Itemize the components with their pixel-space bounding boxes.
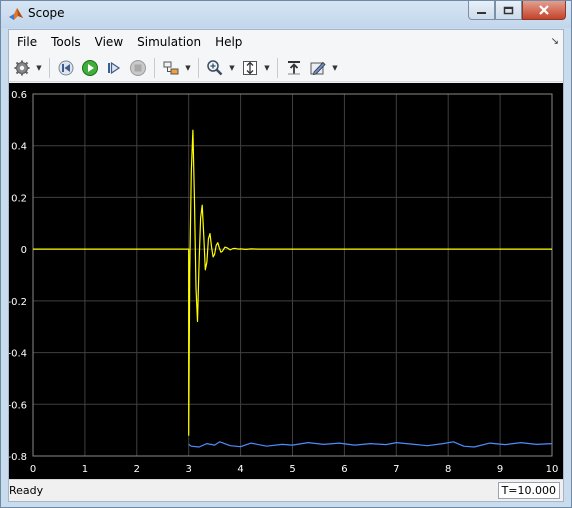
menu-bar: File Tools View Simulation Help ↘: [9, 30, 563, 54]
maximize-icon: [503, 6, 514, 14]
minimize-icon: [477, 11, 486, 14]
step-back-button[interactable]: [55, 57, 77, 79]
x-tick-label: 7: [393, 464, 399, 475]
x-tick-label: 1: [82, 464, 88, 475]
highlight-dropdown[interactable]: ▼: [184, 57, 192, 79]
chevron-down-icon: ▼: [229, 63, 235, 72]
close-button[interactable]: [522, 1, 566, 20]
step-back-icon: [58, 60, 74, 75]
settings-button[interactable]: [11, 57, 33, 79]
toolbar: ▼ ▼ ▼ ▼ ▼: [9, 54, 563, 82]
chevron-down-icon: ▼: [185, 63, 191, 72]
client-area: File Tools View Simulation Help ↘ ▼ ▼ ▼ …: [7, 29, 564, 502]
menu-tools[interactable]: Tools: [44, 31, 88, 53]
scale-y-button[interactable]: [239, 57, 261, 79]
menu-help[interactable]: Help: [208, 31, 249, 53]
close-icon: [539, 5, 549, 15]
style-button[interactable]: [307, 57, 329, 79]
matlab-logo-icon: [9, 8, 23, 20]
chevron-down-icon: ▼: [264, 63, 270, 72]
chevron-down-icon: ▼: [36, 63, 42, 72]
highlight-block-button[interactable]: [160, 57, 182, 79]
menu-view[interactable]: View: [88, 31, 130, 53]
style-icon: [310, 61, 326, 75]
stop-button[interactable]: [127, 57, 149, 79]
x-tick-label: 0: [30, 464, 36, 475]
y-tick-label: -0.4: [9, 349, 27, 360]
x-tick-label: 6: [341, 464, 347, 475]
x-tick-label: 8: [445, 464, 451, 475]
maximize-button[interactable]: [495, 1, 522, 20]
status-bar: Ready T=10.000: [9, 479, 563, 501]
toolbar-separator: [154, 57, 155, 78]
chevron-down-icon: ▼: [332, 63, 338, 72]
simulation-time: T=10.000: [497, 482, 560, 499]
x-tick-label: 3: [186, 464, 192, 475]
zoom-icon: [207, 59, 223, 75]
run-button[interactable]: [79, 57, 101, 79]
restore-view-icon: [288, 60, 300, 74]
x-tick-label: 4: [237, 464, 243, 475]
x-tick-label: 10: [546, 464, 559, 475]
y-tick-label: 0.6: [11, 90, 27, 101]
highlight-block-icon: [163, 61, 179, 74]
run-icon: [82, 59, 98, 76]
settings-dropdown[interactable]: ▼: [35, 57, 43, 79]
window-controls: [468, 1, 566, 20]
toolbar-separator: [49, 57, 50, 78]
zoom-dropdown[interactable]: ▼: [228, 57, 236, 79]
style-dropdown[interactable]: ▼: [331, 57, 339, 79]
scope-window: Scope File Tools View Simulation Help ↘: [0, 0, 572, 508]
stop-icon: [130, 59, 146, 76]
series-line-blue: [188, 441, 553, 448]
scope-plot[interactable]: 0 1 2 3 4 5 6 7 8 9 10 0.6 0.4 0.2 0 -0.2 -0.4 -0.6 -0.8: [7, 83, 563, 479]
scale-y-icon: [243, 60, 257, 75]
restore-view-button[interactable]: [283, 57, 305, 79]
y-tick-label: 0.2: [11, 193, 27, 204]
gear-icon: [14, 60, 30, 75]
menu-undock-arrow-icon[interactable]: ↘: [551, 36, 559, 47]
title-bar[interactable]: Scope: [1, 1, 571, 28]
status-text: Ready: [9, 484, 44, 497]
step-forward-icon: [108, 61, 121, 74]
menu-simulation[interactable]: Simulation: [130, 31, 208, 53]
y-tick-label: -0.8: [9, 452, 27, 463]
y-tick-label: 0: [21, 245, 27, 256]
toolbar-separator: [277, 57, 278, 78]
menu-file[interactable]: File: [10, 31, 44, 53]
zoom-button[interactable]: [204, 57, 226, 79]
y-tick-label: -0.2: [9, 297, 27, 308]
x-tick-label: 2: [134, 464, 140, 475]
scale-dropdown[interactable]: ▼: [263, 57, 271, 79]
y-tick-label: -0.6: [9, 400, 27, 411]
step-forward-button[interactable]: [103, 57, 125, 79]
window-title: Scope: [28, 6, 65, 20]
x-tick-label: 9: [497, 464, 503, 475]
x-tick-label: 5: [289, 464, 295, 475]
minimize-button[interactable]: [468, 1, 495, 20]
scope-axes[interactable]: 0 1 2 3 4 5 6 7 8 9 10 0.6 0.4 0.2 0 -0.2 -0.4 -0.6 -0.8: [7, 83, 563, 479]
toolbar-separator: [198, 57, 199, 78]
y-tick-label: 0.4: [11, 142, 27, 153]
